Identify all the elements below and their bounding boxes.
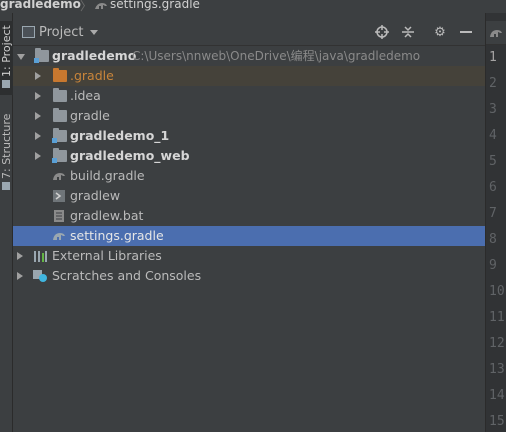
- tree-item-label: External Libraries: [52, 248, 162, 263]
- expand-arrow-icon[interactable]: [35, 112, 41, 120]
- line-number: 13: [489, 362, 505, 377]
- tree-item-label: .gradle: [70, 68, 114, 83]
- tree-item-label: .idea: [70, 88, 101, 103]
- tree-row[interactable]: gradledemo_web: [13, 146, 485, 166]
- tree-item-label: Scratches and Consoles: [52, 268, 202, 283]
- tree-row-scratches[interactable]: Scratches and Consoles: [13, 266, 485, 286]
- line-number: 2: [489, 76, 497, 91]
- project-panel-header: Project ⚙: [13, 20, 485, 46]
- text-file-icon: [54, 210, 64, 222]
- tree-row[interactable]: gradlew: [13, 186, 485, 206]
- editor-tab[interactable]: [486, 21, 506, 45]
- tree-item-label: gradlew: [70, 188, 121, 203]
- folder-icon: [2, 79, 11, 88]
- root-path: C:\Users\nnweb\OneDrive\编程\java\gradlede…: [132, 49, 421, 63]
- folder-icon: [53, 68, 67, 82]
- gradle-icon: [95, 3, 107, 9]
- structure-tool-tab-label: 7: Structure: [0, 113, 13, 179]
- tree-item-label: gradle: [70, 108, 110, 123]
- line-number: 6: [489, 180, 497, 195]
- expand-arrow-icon[interactable]: [35, 152, 41, 160]
- gradle-icon: [53, 173, 65, 180]
- hide-panel-icon[interactable]: [457, 23, 475, 41]
- tree-item-label: gradledemo_1: [70, 128, 170, 143]
- library-icon: [34, 251, 47, 262]
- expand-arrow-icon[interactable]: [17, 272, 23, 280]
- tree-row[interactable]: build.gradle: [13, 166, 485, 186]
- line-number: 10: [489, 284, 505, 299]
- breadcrumb-project[interactable]: gradledemo: [0, 0, 81, 11]
- line-number: 9: [489, 258, 497, 273]
- breadcrumb: gradledemo 〉 settings.gradle: [0, 0, 506, 13]
- gear-icon[interactable]: ⚙: [431, 23, 449, 41]
- breadcrumb-separator: 〉: [80, 0, 93, 13]
- scratches-icon: [33, 270, 47, 282]
- tree-row-root[interactable]: gradledemo C:\Users\nnweb\OneDrive\编程\ja…: [13, 46, 485, 66]
- collapse-all-icon[interactable]: [399, 23, 417, 41]
- tree-row-external-libraries[interactable]: External Libraries: [13, 246, 485, 266]
- tree-item-label: gradledemo_web: [70, 148, 190, 163]
- expand-arrow-icon[interactable]: [35, 132, 41, 140]
- project-tool-tab[interactable]: 1: Project: [0, 21, 13, 95]
- structure-icon: [2, 181, 11, 190]
- shell-script-icon: [53, 190, 65, 202]
- project-view-selector[interactable]: Project: [39, 25, 83, 40]
- root-label: gradledemo: [52, 48, 137, 63]
- tree-item-label: gradlew.bat: [70, 208, 144, 223]
- locate-target-icon[interactable]: [373, 23, 391, 41]
- line-number: 7: [489, 206, 497, 221]
- folder-icon: [53, 108, 67, 122]
- tree-row-selected[interactable]: settings.gradle: [13, 226, 485, 246]
- line-number: 15: [489, 414, 505, 429]
- line-number: 11: [489, 310, 505, 325]
- expand-arrow-icon[interactable]: [17, 54, 25, 60]
- line-number: 14: [489, 388, 505, 403]
- tree-item-label: build.gradle: [70, 168, 145, 183]
- tree-row[interactable]: gradlew.bat: [13, 206, 485, 226]
- editor-gutter: 1 2 3 4 5 6 7 8 9 10 11 12 13 14 15: [485, 13, 506, 432]
- chevron-down-icon[interactable]: [90, 30, 98, 35]
- project-icon: [22, 26, 35, 38]
- expand-arrow-icon[interactable]: [35, 72, 41, 80]
- breadcrumb-file[interactable]: settings.gradle: [110, 0, 200, 11]
- gradle-icon: [490, 30, 502, 37]
- structure-tool-tab[interactable]: 7: Structure: [0, 113, 13, 193]
- line-number: 12: [489, 336, 505, 351]
- tree-item-label: settings.gradle: [70, 228, 164, 243]
- tool-window-strip: 1: Project 7: Structure: [0, 13, 13, 432]
- project-tool-tab-label: 1: Project: [0, 25, 13, 77]
- line-number: 3: [489, 102, 497, 117]
- tree-row[interactable]: .gradle: [13, 66, 485, 86]
- tree-row[interactable]: gradledemo_1: [13, 126, 485, 146]
- module-folder-icon: [52, 128, 67, 143]
- tree-row[interactable]: .idea: [13, 86, 485, 106]
- tree-row[interactable]: gradle: [13, 106, 485, 126]
- module-folder-icon: [34, 48, 49, 63]
- folder-icon: [53, 88, 67, 102]
- gradle-icon: [53, 233, 65, 240]
- line-number: 5: [489, 154, 497, 169]
- expand-arrow-icon[interactable]: [35, 92, 41, 100]
- line-number: 1: [489, 50, 497, 65]
- module-folder-icon: [52, 148, 67, 163]
- project-tree: gradledemo C:\Users\nnweb\OneDrive\编程\ja…: [13, 46, 485, 286]
- project-panel: Project ⚙ gradledemo C:\Users\nnweb\OneD…: [13, 13, 485, 432]
- line-number: 8: [489, 232, 497, 247]
- line-number: 4: [489, 128, 497, 143]
- expand-arrow-icon[interactable]: [17, 252, 23, 260]
